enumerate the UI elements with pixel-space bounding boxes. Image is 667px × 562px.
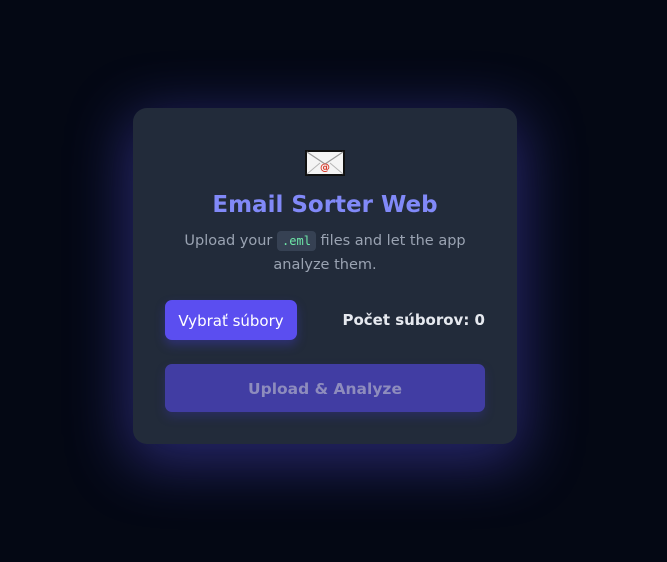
intro-text-before: Upload your [184, 233, 273, 249]
file-count-label: Počet súborov: 0 [342, 311, 485, 329]
upload-analyze-button[interactable]: Upload & Analyze [165, 364, 485, 412]
svg-text:@: @ [320, 163, 330, 174]
envelope-icon: @ [305, 150, 345, 176]
page: @ Email Sorter Web Upload your .eml file… [0, 0, 667, 562]
choose-files-button[interactable]: Vybrať súbory [165, 300, 297, 340]
page-title: Email Sorter Web [212, 192, 438, 218]
upload-card: @ Email Sorter Web Upload your .eml file… [133, 108, 517, 444]
intro-text: Upload your .eml files and let the app a… [173, 229, 477, 277]
file-extension-code: .eml [277, 231, 316, 251]
